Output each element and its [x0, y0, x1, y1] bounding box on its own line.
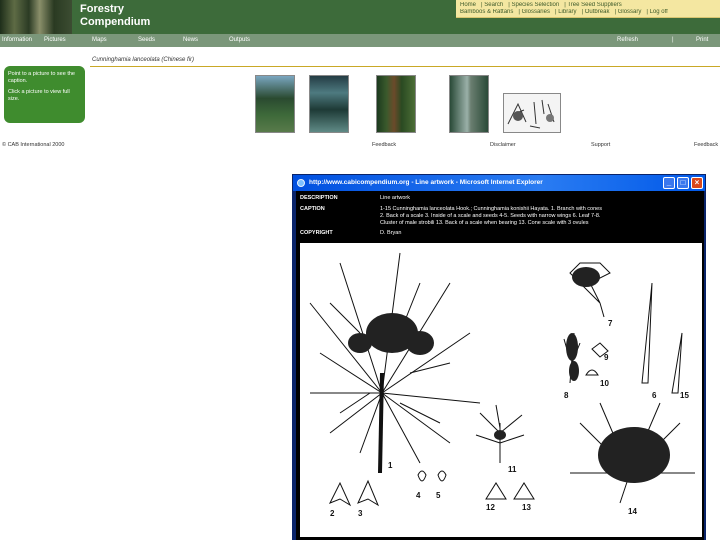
caption-line: 2. Back of a scale 3. Inside of a scale …: [380, 213, 601, 219]
top-link[interactable]: Library: [558, 9, 576, 15]
figure-number: 6: [652, 391, 657, 400]
caption-line: Cluster of male strobili 13. Back of a s…: [380, 220, 589, 226]
footer-copyright: © CAB International 2000: [2, 142, 65, 148]
nav-item-news[interactable]: News: [183, 34, 198, 47]
ie-app-icon: [297, 179, 305, 187]
description-value: Line artwork: [380, 195, 410, 201]
nav-item-seeds[interactable]: Seeds: [138, 34, 155, 47]
logo-line1: Forestry: [80, 3, 125, 15]
figure-number: 7: [608, 319, 613, 328]
top-link[interactable]: Bamboos & Rattans: [460, 9, 513, 15]
top-links-row1: Home | Search | Species Selection | Tree Se…: [460, 2, 622, 8]
top-links-row2: Bamboos & Rattans | Glossaries | Library | …: [460, 9, 668, 15]
instruction-line1: Point to a picture to see the caption.: [8, 71, 75, 84]
figure-number: 5: [436, 491, 441, 500]
copyright-label: COPYRIGHT: [300, 230, 333, 236]
figure-number: 3: [358, 509, 363, 518]
top-link[interactable]: Home: [460, 2, 476, 8]
figure-number: 14: [628, 507, 637, 516]
species-title: Cunninghamia lanceolata (Chinese fir): [92, 57, 195, 63]
nav-item-information[interactable]: Information: [2, 34, 32, 47]
close-icon[interactable]: ×: [691, 177, 703, 189]
footer-link-2[interactable]: Disclaimer: [490, 142, 516, 148]
figure-number: 10: [600, 379, 609, 388]
nav-divider: |: [672, 37, 674, 43]
nav-item-outputs[interactable]: Outputs: [229, 34, 250, 47]
top-link[interactable]: Outbreak: [585, 9, 610, 15]
nav-print-link[interactable]: Print: [696, 34, 708, 47]
figure-number: 11: [508, 465, 517, 474]
thumbnail-plantation[interactable]: [376, 75, 416, 133]
page: Forestry Compendium Home | Search | Specie…: [0, 0, 720, 540]
figure-number: 9: [604, 353, 609, 362]
top-links: Home | Search | Species Selection | Tree Se…: [456, 0, 720, 18]
thumbnail-tree[interactable]: [255, 75, 295, 133]
line-artwork-thumb-icon: [507, 99, 555, 129]
minimize-icon[interactable]: _: [663, 177, 675, 189]
ie-popup-window: http://www.cabicompendium.org - Line art…: [292, 174, 706, 540]
top-link[interactable]: Glossary: [618, 9, 642, 15]
footer-link-3[interactable]: Support: [591, 142, 610, 148]
thumbnail-trunk[interactable]: [449, 75, 489, 133]
top-link[interactable]: Species Selection: [512, 2, 560, 8]
ie-titlebar[interactable]: http://www.cabicompendium.org - Line art…: [293, 175, 705, 191]
thumbnail-forest[interactable]: [309, 75, 349, 133]
logo-photo: [0, 0, 72, 34]
artwork-drawing: [309, 252, 695, 507]
top-link[interactable]: Search: [484, 2, 503, 8]
logo-line2: Compendium: [80, 16, 151, 28]
botanical-line-artwork: 1 2 3 4 5 6 7 8 9 10 11 12 13 14 15: [300, 243, 702, 537]
instruction-box: Point to a picture to see the caption. C…: [4, 66, 85, 123]
header: Forestry Compendium Home | Search | Specie…: [0, 0, 720, 34]
figure-number: 2: [330, 509, 335, 518]
figure-number: 12: [486, 503, 495, 512]
instruction-line2: Click a picture to view full size.: [8, 89, 70, 102]
maximize-icon[interactable]: □: [677, 177, 689, 189]
caption-line: 1-15 Cunninghamia lanceolata Hook.; Cunn…: [380, 206, 602, 212]
ie-content: DESCRIPTION Line artwork CAPTION 1-15 Cu…: [296, 191, 704, 540]
divider: [90, 66, 720, 67]
figure-number: 4: [416, 491, 421, 500]
ie-window-title: http://www.cabicompendium.org - Line art…: [309, 179, 543, 186]
top-link[interactable]: Log off: [650, 9, 668, 15]
footer-link-1[interactable]: Feedback: [372, 142, 396, 148]
top-link[interactable]: Glossaries: [522, 9, 550, 15]
caption-label: CAPTION: [300, 206, 325, 212]
figure-number: 15: [680, 391, 689, 400]
artwork-metadata: DESCRIPTION Line artwork CAPTION 1-15 Cu…: [296, 191, 704, 241]
footer-link-4[interactable]: Feedback: [694, 142, 718, 148]
caption-value: 1-15 Cunninghamia lanceolata Hook.; Cunn…: [380, 206, 700, 227]
figure-number: 8: [564, 391, 569, 400]
figure-number: 13: [522, 503, 531, 512]
top-link[interactable]: Tree Seed Suppliers: [567, 2, 621, 8]
logo[interactable]: Forestry Compendium: [80, 3, 150, 29]
nav-refresh-link[interactable]: Refresh: [617, 34, 638, 47]
copyright-value: D. Bryan: [380, 230, 402, 236]
figure-number: 1: [388, 461, 393, 470]
nav-item-maps[interactable]: Maps: [92, 34, 107, 47]
thumbnail-line-artwork[interactable]: [503, 93, 561, 133]
nav-item-pictures[interactable]: Pictures: [44, 34, 66, 47]
description-label: DESCRIPTION: [300, 195, 338, 201]
nav-bar: Information Pictures Maps Seeds News Out…: [0, 34, 720, 47]
